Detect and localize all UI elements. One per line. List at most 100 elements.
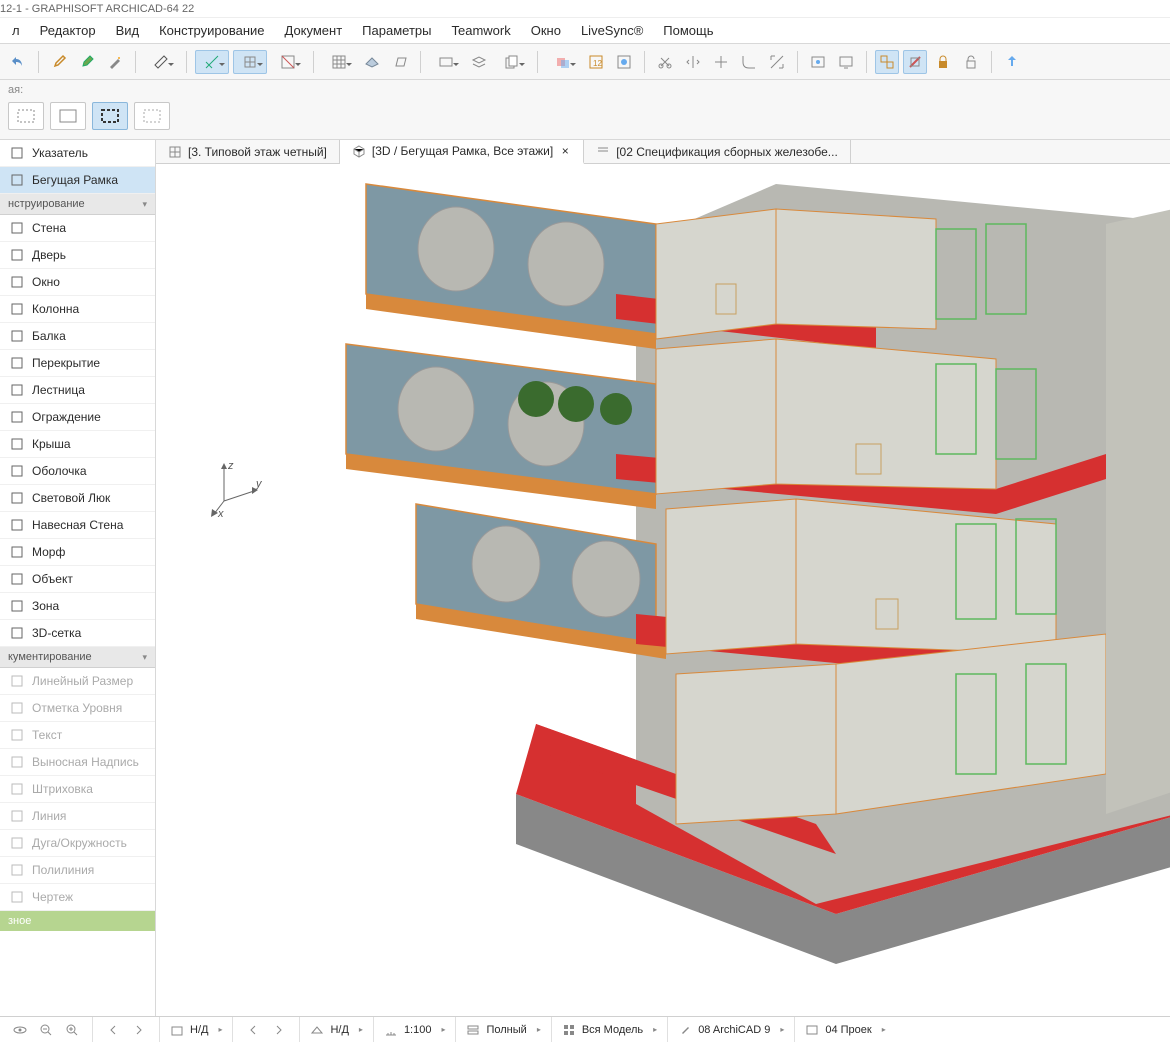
orbit-button[interactable] xyxy=(10,1020,30,1040)
tool-label: Навесная Стена xyxy=(32,518,123,532)
tool-poly[interactable]: Полилиния xyxy=(0,857,155,884)
menu-editor[interactable]: Редактор xyxy=(30,19,106,42)
status-model[interactable]: Вся Модель xyxy=(551,1017,667,1042)
menu-construct[interactable]: Конструирование xyxy=(149,19,274,42)
tool-drawing[interactable]: Чертеж xyxy=(0,884,155,911)
plane-button[interactable] xyxy=(360,50,384,74)
menu-help[interactable]: Помощь xyxy=(653,19,723,42)
cut-button[interactable] xyxy=(653,50,677,74)
tool-window[interactable]: Окно xyxy=(0,269,155,296)
tool-door[interactable]: Дверь xyxy=(0,242,155,269)
menu-file[interactable]: л xyxy=(2,19,30,42)
magicwand-button[interactable] xyxy=(103,50,127,74)
undo-button[interactable] xyxy=(6,50,30,74)
tool-level[interactable]: Отметка Уровня xyxy=(0,695,155,722)
prev-story-button[interactable] xyxy=(243,1020,263,1040)
marquee-thin-button[interactable] xyxy=(134,102,170,130)
inject-button[interactable] xyxy=(75,50,99,74)
publish-button[interactable] xyxy=(1000,50,1024,74)
menu-livesync[interactable]: LiveSync® xyxy=(571,19,653,42)
tab-bar: [3. Типовой этаж четный][3D / Бегущая Ра… xyxy=(156,140,1170,164)
menu-params[interactable]: Параметры xyxy=(352,19,441,42)
tool-skylight[interactable]: Световой Люк xyxy=(0,485,155,512)
toolbox-group-header[interactable]: кументирование▾ xyxy=(0,647,155,668)
layers-button[interactable] xyxy=(467,50,491,74)
tool-marquee[interactable]: Бегущая Рамка xyxy=(0,167,155,194)
tool-object[interactable]: Объект xyxy=(0,566,155,593)
status-scale[interactable]: 1:100 xyxy=(373,1017,456,1042)
status-filter[interactable]: Полный xyxy=(455,1017,550,1042)
zoom-in-button[interactable] xyxy=(62,1020,82,1040)
menu-teamwork[interactable]: Teamwork xyxy=(441,19,520,42)
fillet-button[interactable] xyxy=(737,50,761,74)
tool-text[interactable]: Текст xyxy=(0,722,155,749)
tool-beam[interactable]: Балка xyxy=(0,323,155,350)
parallelogram-button[interactable] xyxy=(388,50,412,74)
group-button[interactable] xyxy=(875,50,899,74)
marquee-thick-button[interactable] xyxy=(92,102,128,130)
next-story-button[interactable] xyxy=(269,1020,289,1040)
status-nd2[interactable]: Н/Д xyxy=(299,1017,372,1042)
menu-window[interactable]: Окно xyxy=(521,19,571,42)
tool-label: Выносная Надпись xyxy=(32,755,139,769)
present-button[interactable] xyxy=(834,50,858,74)
menu-document[interactable]: Документ xyxy=(275,19,353,42)
tool-roof[interactable]: Крыша xyxy=(0,431,155,458)
tool-mesh[interactable]: 3D-сетка xyxy=(0,620,155,647)
close-icon[interactable]: × xyxy=(559,145,571,157)
tool-stair[interactable]: Лестница xyxy=(0,377,155,404)
selection-button[interactable] xyxy=(429,50,463,74)
tool-railing[interactable]: Ограждение xyxy=(0,404,155,431)
toolbox-group-header[interactable]: нструирование▾ xyxy=(0,194,155,215)
trace2-button[interactable]: 12 xyxy=(584,50,608,74)
status-project[interactable]: 04 Проек xyxy=(794,1017,895,1042)
tool-arc[interactable]: Дуга/Окружность xyxy=(0,830,155,857)
toolbox-bottom-group[interactable]: зное xyxy=(0,911,155,931)
view-tab[interactable]: [3D / Бегущая Рамка, Все этажи]× xyxy=(340,140,584,164)
next-view-button[interactable] xyxy=(129,1020,149,1040)
trace3-button[interactable] xyxy=(612,50,636,74)
tool-shell[interactable]: Оболочка xyxy=(0,458,155,485)
3d-canvas[interactable]: z y x xyxy=(156,164,1170,1016)
snap-button[interactable] xyxy=(195,50,229,74)
tool-curtainwall[interactable]: Навесная Стена xyxy=(0,512,155,539)
view-tab[interactable]: [3. Типовой этаж четный] xyxy=(156,140,340,163)
menu-view[interactable]: Вид xyxy=(106,19,150,42)
schedule-icon xyxy=(596,145,610,159)
tool-label[interactable]: Выносная Надпись xyxy=(0,749,155,776)
prev-view-button[interactable] xyxy=(103,1020,123,1040)
adjust-button[interactable] xyxy=(709,50,733,74)
lock-button[interactable] xyxy=(931,50,955,74)
status-nd1[interactable]: Н/Д xyxy=(159,1017,232,1042)
tool-arrow[interactable]: Указатель xyxy=(0,140,155,167)
eyedrop-button[interactable] xyxy=(47,50,71,74)
unlock-button[interactable] xyxy=(959,50,983,74)
grid-button[interactable] xyxy=(322,50,356,74)
snap-grid-button[interactable] xyxy=(233,50,267,74)
trace-button[interactable] xyxy=(546,50,580,74)
snap-guide-button[interactable] xyxy=(271,50,305,74)
marquee-rect-button[interactable] xyxy=(8,102,44,130)
dim-icon xyxy=(10,674,24,688)
tool-wall[interactable]: Стена xyxy=(0,215,155,242)
copy-button[interactable] xyxy=(495,50,529,74)
tool-dim[interactable]: Линейный Размер xyxy=(0,668,155,695)
tool-slab[interactable]: Перекрытие xyxy=(0,350,155,377)
tool-hatch[interactable]: Штриховка xyxy=(0,776,155,803)
tool-morph[interactable]: Морф xyxy=(0,539,155,566)
preview-button[interactable] xyxy=(806,50,830,74)
suspend-button[interactable] xyxy=(903,50,927,74)
tool-zone[interactable]: Зона xyxy=(0,593,155,620)
separator xyxy=(537,51,538,73)
split-button[interactable] xyxy=(681,50,705,74)
ruler-button[interactable] xyxy=(144,50,178,74)
marquee-poly-button[interactable] xyxy=(50,102,86,130)
zoom-out-button[interactable] xyxy=(36,1020,56,1040)
door-icon xyxy=(10,248,24,262)
view-tab[interactable]: [02 Спецификация сборных железобе... xyxy=(584,140,851,163)
tool-line[interactable]: Линия xyxy=(0,803,155,830)
resize-button[interactable] xyxy=(765,50,789,74)
tool-label: Линия xyxy=(32,809,66,823)
status-pen[interactable]: 08 ArchiCAD 9 xyxy=(667,1017,794,1042)
tool-column[interactable]: Колонна xyxy=(0,296,155,323)
